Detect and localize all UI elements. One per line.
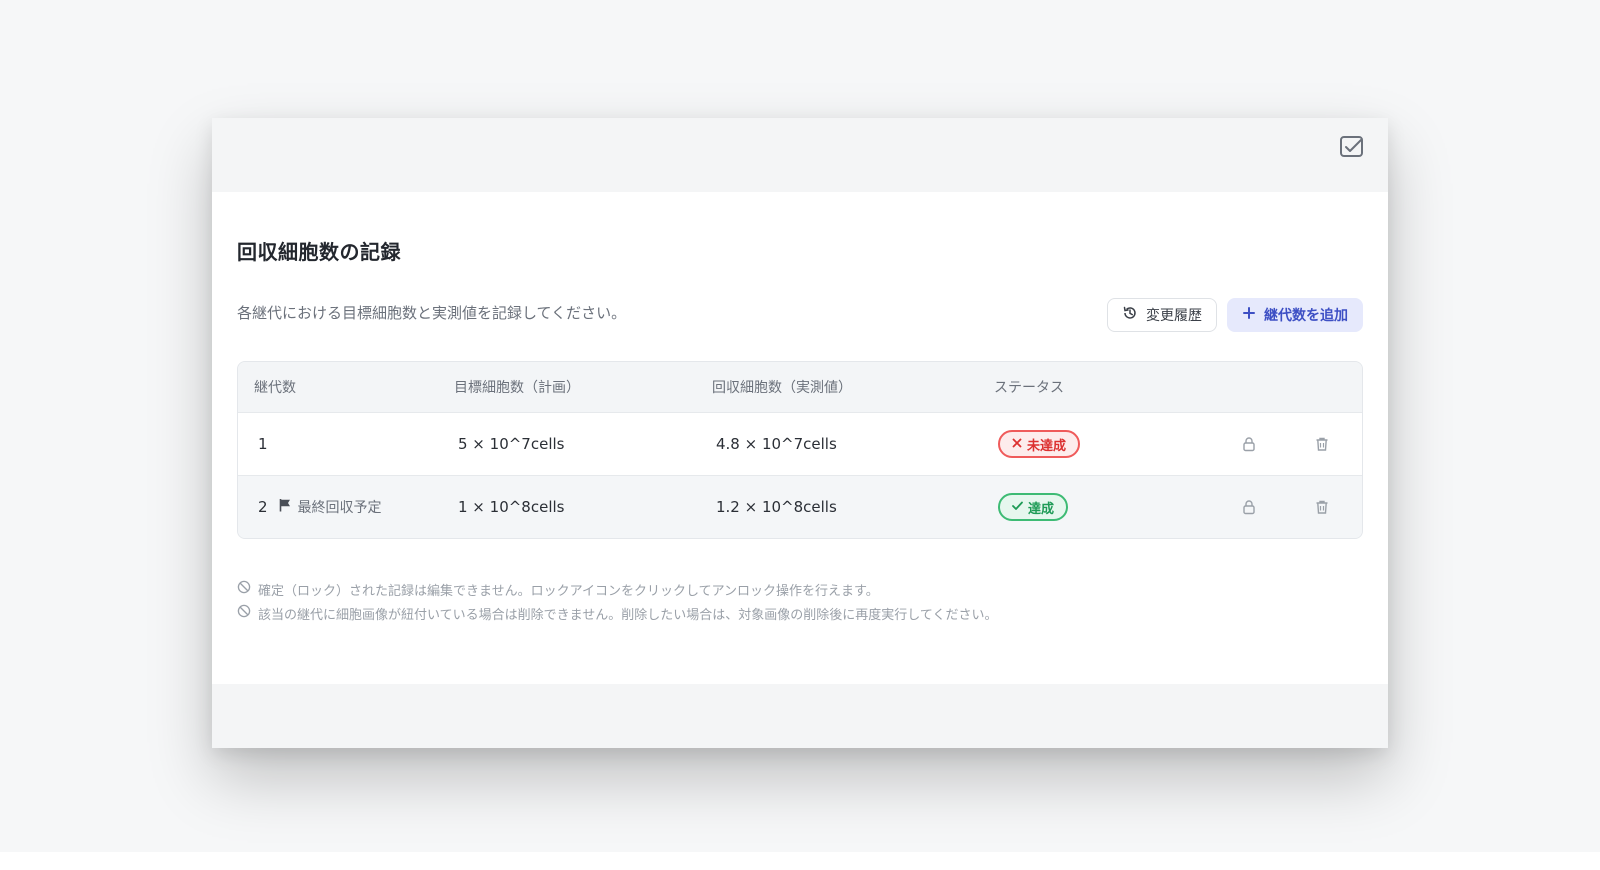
notes: 確定（ロック）された記録は編集できません。ロックアイコンをクリックしてアンロック… [237, 577, 997, 625]
passage-table: 継代数 目標細胞数（計画） 回収細胞数（実測値） ステータス 1 5 × 10^… [237, 361, 1363, 539]
passage-number-value: 1 [258, 435, 268, 453]
lock-icon[interactable] [1238, 433, 1260, 455]
history-button-label: 変更履歴 [1146, 308, 1202, 324]
target-cells: 1 × 10^8cells [458, 498, 565, 516]
checkbox-icon[interactable] [1338, 133, 1366, 161]
trash-icon[interactable] [1311, 433, 1333, 455]
final-collection-label: 最終回収予定 [297, 500, 382, 516]
passage-number-value: 2 [258, 498, 268, 516]
table-row[interactable]: 1 5 × 10^7cells 4.8 × 10^7cells 未達成 [238, 412, 1362, 475]
stage: 回収細胞数の記録 各継代における目標細胞数と実測値を記録してください。 変更履歴 [0, 0, 1600, 870]
note-text: 確定（ロック）された記録は編集できません。ロックアイコンをクリックしてアンロック… [258, 583, 879, 599]
passage-number: 2 最終回収予定 [258, 497, 382, 517]
header-passage: 継代数 [254, 380, 296, 396]
header-target: 目標細胞数（計画） [454, 380, 580, 396]
status-badge: 達成 [998, 493, 1069, 521]
status-badge-label: 未達成 [1027, 438, 1067, 454]
history-button[interactable]: 変更履歴 [1107, 298, 1217, 332]
modal: 回収細胞数の記録 各継代における目標細胞数と実測値を記録してください。 変更履歴 [212, 118, 1388, 748]
toolbar: 変更履歴 継代数を追加 [1107, 298, 1363, 332]
status-cell: 未達成 [998, 430, 1081, 458]
actual-cells: 1.2 × 10^8cells [716, 498, 837, 516]
note-text: 該当の継代に細胞画像が紐付いている場合は削除できません。削除したい場合は、対象画… [258, 607, 998, 623]
actual-cells: 4.8 × 10^7cells [716, 435, 837, 453]
check-icon [1012, 500, 1023, 515]
lock-icon[interactable] [1238, 496, 1260, 518]
flag-icon [278, 498, 292, 516]
modal-header [212, 118, 1388, 192]
plus-icon [1242, 306, 1256, 324]
bottom-band [0, 852, 1600, 870]
modal-footer [212, 684, 1388, 748]
add-passage-button-label: 継代数を追加 [1264, 308, 1348, 324]
passage-number: 1 [258, 435, 268, 453]
ban-icon [237, 580, 251, 598]
x-icon [1012, 437, 1022, 452]
add-passage-button[interactable]: 継代数を追加 [1227, 298, 1363, 332]
history-icon [1122, 305, 1138, 325]
note-item: 確定（ロック）された記録は編集できません。ロックアイコンをクリックしてアンロック… [237, 577, 997, 601]
ban-icon [237, 604, 251, 622]
target-cells: 5 × 10^7cells [458, 435, 565, 453]
header-status: ステータス [994, 380, 1064, 396]
note-item: 該当の継代に細胞画像が紐付いている場合は削除できません。削除したい場合は、対象画… [237, 601, 997, 625]
status-cell: 達成 [998, 493, 1069, 521]
status-badge-label: 達成 [1028, 501, 1055, 517]
page-description: 各継代における目標細胞数と実測値を記録してください。 [237, 304, 627, 322]
table-row[interactable]: 2 最終回収予定 1 × 10^8cells 1.2 × 10^8cells 達… [238, 475, 1362, 538]
final-collection-tag: 最終回収予定 [278, 497, 382, 517]
status-badge: 未達成 [998, 430, 1081, 458]
table-header: 継代数 目標細胞数（計画） 回収細胞数（実測値） ステータス [238, 362, 1362, 412]
trash-icon[interactable] [1311, 496, 1333, 518]
page-title: 回収細胞数の記録 [237, 240, 401, 264]
header-actual: 回収細胞数（実測値） [712, 380, 852, 396]
